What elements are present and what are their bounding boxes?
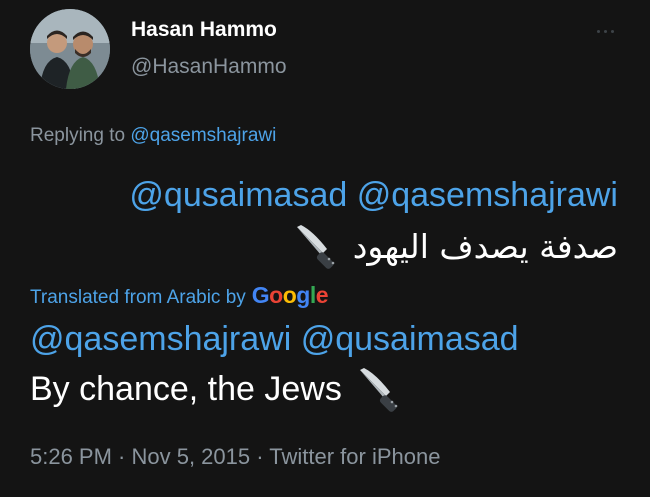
author-name[interactable]: Hasan Hammo bbox=[131, 18, 277, 42]
tweet: Hasan Hammo @HasanHammo Replying to @qas… bbox=[0, 0, 650, 497]
tweet-meta[interactable]: 5:26 PM · Nov 5, 2015 · Twitter for iPho… bbox=[30, 444, 440, 470]
avatar[interactable] bbox=[30, 9, 110, 89]
kitchen-knife-icon bbox=[291, 221, 341, 271]
original-mentions[interactable]: @qusaimasad @qasemshajrawi bbox=[129, 176, 618, 215]
author-handle[interactable]: @HasanHammo bbox=[131, 55, 287, 79]
translated-mentions[interactable]: @qasemshajrawi @qusaimasad bbox=[30, 320, 519, 359]
translated-text: By chance, the Jews bbox=[30, 369, 342, 408]
more-options-icon[interactable] bbox=[590, 22, 620, 40]
more-dot bbox=[603, 29, 607, 33]
more-dot bbox=[610, 29, 614, 33]
kitchen-knife-icon bbox=[354, 364, 404, 414]
replying-to: Replying to @qasemshajrawi bbox=[30, 125, 276, 147]
more-dot bbox=[596, 29, 600, 33]
replying-to-link[interactable]: @qasemshajrawi bbox=[130, 125, 276, 146]
translation-label: Translated from Arabic by bbox=[30, 287, 246, 308]
original-text-line: صدفة يصدف اليهود bbox=[291, 220, 618, 272]
original-text: صدفة يصدف اليهود bbox=[352, 226, 618, 266]
translation-attribution[interactable]: Translated from Arabic by Google bbox=[30, 282, 329, 309]
replying-prefix: Replying to bbox=[30, 125, 131, 146]
google-logo: Google bbox=[251, 282, 329, 308]
translated-text-line: By chance, the Jews bbox=[30, 364, 404, 414]
avatar-photo bbox=[30, 9, 110, 89]
